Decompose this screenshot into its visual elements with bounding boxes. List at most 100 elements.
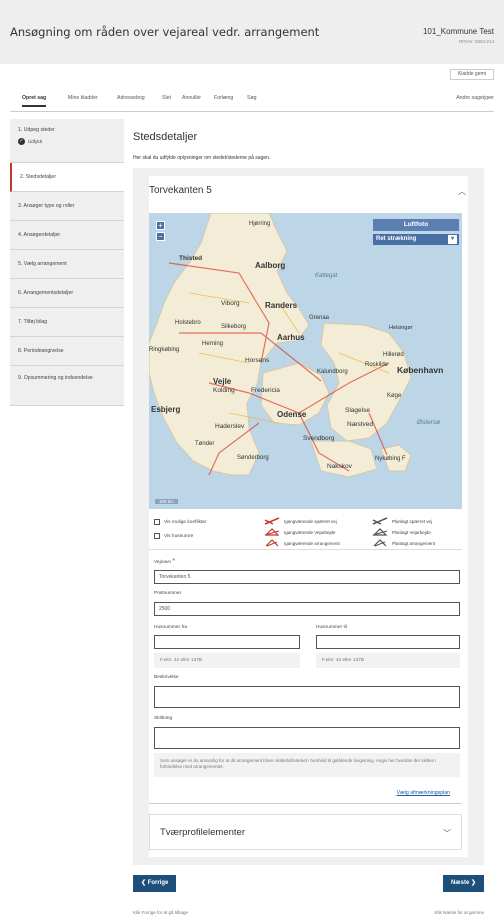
vejnavn-label: Vejnavn * bbox=[154, 558, 175, 565]
map-label: Silkeborg bbox=[221, 324, 247, 330]
naeste-label: Næste bbox=[450, 880, 470, 886]
chevron-left-icon: ❮ bbox=[141, 880, 147, 886]
forrige-button[interactable]: ❮ Forrige bbox=[133, 875, 177, 892]
chevron-down-icon: ▾ bbox=[448, 235, 457, 244]
chevron-down-icon: ﹀ bbox=[443, 829, 451, 838]
nav-forlaeng[interactable]: Forlæng bbox=[214, 95, 233, 101]
step-4[interactable]: 4. Ansøgerdetaljer bbox=[10, 221, 124, 250]
nav-annuller[interactable]: Annullér bbox=[182, 95, 201, 101]
map-label: Kalundborg bbox=[317, 369, 348, 375]
app-header: Ansøgning om råden over vejareal vedr. a… bbox=[0, 0, 504, 64]
step-7[interactable]: 7. Tilføj bilag bbox=[10, 308, 124, 337]
map-label: Viborg bbox=[221, 300, 240, 307]
husnummer-til-hint: F.eks: 42 eller 137B bbox=[316, 653, 460, 668]
nav-opret-sag[interactable]: Opret sag bbox=[22, 95, 47, 107]
nav-andre-sagstyper[interactable]: Andre sagstyper bbox=[456, 95, 494, 101]
vaelg-afmaerkningsplan-link[interactable]: Vælg afmærkningsplan bbox=[397, 790, 450, 796]
spaerret-vej-icon bbox=[264, 517, 280, 525]
map-label: Hjørring bbox=[249, 221, 271, 227]
map-label: Svendborg bbox=[303, 435, 335, 442]
step-8[interactable]: 8. Periodeangivelse bbox=[10, 337, 124, 366]
map-label: Nakskov bbox=[327, 463, 352, 470]
naeste-button[interactable]: Næste ❯ bbox=[442, 875, 484, 892]
planlagt-spaerret-vej-icon bbox=[372, 517, 388, 525]
check-circle-icon: ✓ bbox=[18, 138, 25, 145]
tvaerprofil-accordion[interactable]: Tværprofilelementer ﹀ bbox=[149, 814, 462, 850]
user-name[interactable]: 101_Kommune Test bbox=[423, 27, 494, 36]
step-label: 6. Arrangementsdetaljer bbox=[18, 290, 74, 296]
step-5[interactable]: 5. Vælg arrangement bbox=[10, 250, 124, 279]
zoom-out-button[interactable]: − bbox=[156, 232, 165, 241]
legend-label: Igangværende arrangement bbox=[284, 540, 340, 546]
step-9[interactable]: 9. Opsummering og indsendelse bbox=[10, 366, 124, 406]
page-title: Stedsdetaljer bbox=[133, 131, 198, 143]
step-label: 8. Periodeangivelse bbox=[18, 348, 64, 354]
map-label: Østersø bbox=[417, 419, 441, 426]
legend-item: Planlagt Vejarbejde bbox=[372, 528, 431, 536]
step-2[interactable]: 2. Stedsdetaljer bbox=[10, 163, 124, 192]
map-label: Nykøbing F bbox=[375, 456, 406, 462]
map-label: Kolding bbox=[213, 387, 235, 394]
nav-slet[interactable]: Slet bbox=[162, 95, 171, 101]
map[interactable]: + − Luftfoto Ret strækning ▾ Hjørring Th… bbox=[149, 213, 462, 509]
accordion-title: Tværprofilelementer bbox=[160, 827, 245, 838]
step-1[interactable]: 1. Udpeg steder ✓ Udfyldt bbox=[10, 119, 124, 163]
skiltning-label: Skiltning bbox=[154, 716, 173, 721]
luftfoto-button[interactable]: Luftfoto bbox=[373, 219, 459, 231]
arrangement-icon bbox=[265, 539, 279, 547]
map-label: Hillerød bbox=[383, 352, 404, 358]
footer-right-text: Klik Næste for at gemme bbox=[434, 910, 484, 915]
chevron-up-icon[interactable]: ︿ bbox=[458, 186, 466, 197]
legend-item: Igangværende arrangement bbox=[264, 539, 340, 547]
step-label: 2. Stedsdetaljer bbox=[20, 174, 57, 180]
checkbox-label: Vis mulige konflikter bbox=[164, 519, 207, 525]
step-list: 1. Udpeg steder ✓ Udfyldt 2. Stedsdetalj… bbox=[10, 119, 124, 406]
step-label: 9. Opsummering og indsendelse bbox=[18, 375, 93, 381]
legend-label: Planlagt arrangement bbox=[392, 540, 436, 546]
postnummer-input[interactable]: 2500 bbox=[154, 602, 460, 616]
map-label: Sønderborg bbox=[237, 455, 269, 461]
map-label: Holstebro bbox=[175, 320, 201, 326]
nav-soeg[interactable]: Søg bbox=[247, 95, 257, 101]
map-label: Horsens bbox=[245, 357, 270, 364]
husnummer-til-input[interactable] bbox=[316, 635, 460, 649]
husnummer-til-label: Husnummer til bbox=[316, 625, 347, 630]
map-label: København bbox=[397, 365, 444, 375]
checkbox-box bbox=[154, 533, 160, 539]
planlagt-vejarbejde-icon bbox=[372, 528, 388, 536]
zoom-in-button[interactable]: + bbox=[156, 221, 165, 230]
vis-konflikter-checkbox[interactable]: Vis mulige konflikter bbox=[154, 519, 207, 525]
map-label: Esbjerg bbox=[151, 405, 181, 414]
skiltning-input[interactable] bbox=[154, 727, 460, 749]
required-asterisk: * bbox=[172, 558, 176, 565]
nav-adressebog[interactable]: Adressebog bbox=[117, 95, 145, 101]
page-description: Her skal du udfylde oplysninger om stede… bbox=[133, 155, 271, 161]
legend-label: Igangværende Vejarbejde bbox=[284, 529, 336, 535]
skiltning-hint: Som ansøger er du ansvarlig for at dit a… bbox=[154, 753, 460, 777]
ret-straekning-select[interactable]: Ret strækning ▾ bbox=[373, 234, 459, 245]
kladde-gemt-button[interactable]: Kladde gemt bbox=[450, 69, 494, 80]
postnummer-label: Postnummer bbox=[154, 591, 182, 596]
nav-mine-kladder[interactable]: Mine kladder bbox=[68, 95, 98, 101]
map-label: Næstved bbox=[347, 421, 374, 428]
step-3[interactable]: 3. Ansøger type og roller bbox=[10, 192, 124, 221]
location-title[interactable]: Torvekanten 5 bbox=[149, 185, 212, 196]
legend-label: Planlagt Vejarbejde bbox=[392, 529, 431, 535]
husnummer-fra-input[interactable] bbox=[154, 635, 300, 649]
step-status-text: Udfyldt bbox=[28, 139, 43, 144]
vejnavn-input[interactable]: Torvekanten 5 bbox=[154, 570, 460, 584]
divider bbox=[149, 803, 462, 804]
map-label: Grenaa bbox=[309, 315, 330, 321]
step-6[interactable]: 6. Arrangementsdetaljer bbox=[10, 279, 124, 308]
vejarbejde-icon bbox=[264, 528, 280, 536]
vis-husnumre-checkbox[interactable]: Vis husnumre bbox=[154, 533, 193, 539]
husnummer-fra-hint: F.eks: 42 eller 137B bbox=[154, 653, 300, 668]
step-label: 5. Vælg arrangement bbox=[18, 261, 67, 267]
user-sub: RDVnr: 0004-214 bbox=[458, 39, 494, 44]
map-label: Aarhus bbox=[277, 333, 305, 342]
legend-label: Planlagt spærret vej bbox=[392, 518, 433, 524]
map-label: Odense bbox=[277, 410, 307, 419]
divider bbox=[149, 549, 462, 550]
beskrivelse-input[interactable] bbox=[154, 686, 460, 708]
map-label: Tønder bbox=[195, 441, 215, 447]
